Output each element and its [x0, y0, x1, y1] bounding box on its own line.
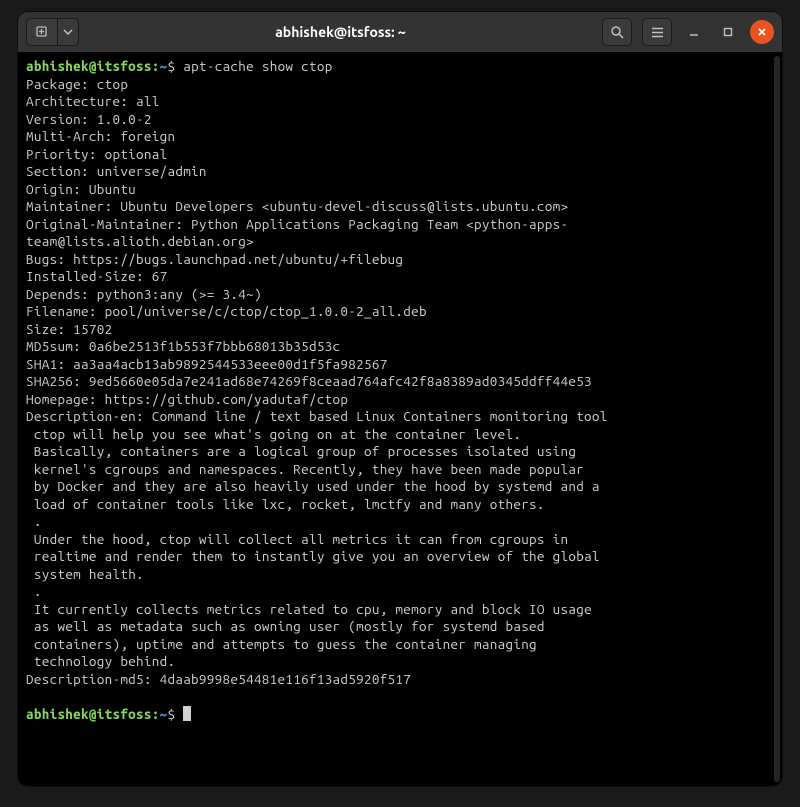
output-line: realtime and render them to instantly gi…	[26, 548, 774, 566]
output-line: Size: 15702	[26, 321, 774, 339]
output-line: ctop will help you see what's going on a…	[26, 426, 774, 444]
titlebar-right	[602, 18, 774, 46]
output-line: SHA1: aa3aa4acb13ab9892544533eee00d1f5fa…	[26, 356, 774, 374]
output-line: Homepage: https://github.com/yadutaf/cto…	[26, 391, 774, 409]
output-line: by Docker and they are also heavily used…	[26, 478, 774, 496]
minimize-icon	[688, 26, 700, 38]
output-line: Priority: optional	[26, 146, 774, 164]
search-icon	[610, 25, 625, 40]
hamburger-icon	[650, 25, 665, 40]
command-text: apt-cache show ctop	[183, 58, 332, 74]
cursor	[183, 706, 191, 721]
output-line: Origin: Ubuntu	[26, 181, 774, 199]
prompt-dollar: $	[168, 706, 176, 722]
output-line: MD5sum: 0a6be2513f1b553f7bbb68013b35d53c	[26, 338, 774, 356]
output-line: load of container tools like lxc, rocket…	[26, 496, 774, 514]
prompt-line-2: abhishek@itsfoss:~$	[26, 706, 774, 724]
output-line: Package: ctop	[26, 76, 774, 94]
minimize-button[interactable]	[682, 20, 706, 44]
prompt-colon: :	[152, 706, 160, 722]
search-button[interactable]	[602, 18, 632, 46]
output-line: Section: universe/admin	[26, 163, 774, 181]
close-icon	[756, 26, 768, 38]
output-line: Maintainer: Ubuntu Developers <ubuntu-de…	[26, 198, 774, 216]
output-line: Architecture: all	[26, 93, 774, 111]
output-line: Filename: pool/universe/c/ctop/ctop_1.0.…	[26, 303, 774, 321]
maximize-icon	[722, 26, 734, 38]
output-line: .	[26, 513, 774, 531]
output-line: Original-Maintainer: Python Applications…	[26, 216, 774, 251]
tab-dropdown-button[interactable]	[57, 18, 79, 46]
output-line	[26, 688, 774, 706]
output-line: Depends: python3:any (>= 3.4~)	[26, 286, 774, 304]
output-line: It currently collects metrics related to…	[26, 601, 774, 619]
terminal-window: abhishek@itsfoss: ~	[18, 12, 782, 786]
prompt-line-1: abhishek@itsfoss:~$ apt-cache show ctop	[26, 58, 774, 76]
titlebar: abhishek@itsfoss: ~	[18, 12, 782, 52]
maximize-button[interactable]	[716, 20, 740, 44]
close-button[interactable]	[750, 20, 774, 44]
output-line: .	[26, 583, 774, 601]
new-tab-button[interactable]	[26, 18, 57, 46]
output-line: Installed-Size: 67	[26, 268, 774, 286]
prompt-path: ~	[160, 706, 168, 722]
output-line: Description-en: Command line / text base…	[26, 408, 774, 426]
output-line: SHA256: 9ed5660e05da7e241ad68e74269f8cea…	[26, 373, 774, 391]
prompt-colon: :	[152, 58, 160, 74]
output-line: Version: 1.0.0-2	[26, 111, 774, 129]
output-line: Description-md5: 4daab9998e54481e116f13a…	[26, 671, 774, 689]
terminal-body[interactable]: abhishek@itsfoss:~$ apt-cache show ctop …	[18, 52, 782, 786]
output-line: containers), uptime and attempts to gues…	[26, 636, 774, 654]
output-line: kernel's cgroups and namespaces. Recentl…	[26, 461, 774, 479]
menu-button[interactable]	[642, 18, 672, 46]
output-line: Bugs: https://bugs.launchpad.net/ubuntu/…	[26, 251, 774, 269]
prompt-user-host: abhishek@itsfoss	[26, 58, 152, 74]
prompt-dollar: $	[168, 58, 176, 74]
output-line: Multi-Arch: foreign	[26, 128, 774, 146]
output-line: Under the hood, ctop will collect all me…	[26, 531, 774, 549]
output-line: technology behind.	[26, 653, 774, 671]
new-tab-icon	[35, 25, 49, 39]
prompt-user-host: abhishek@itsfoss	[26, 706, 152, 722]
prompt-path: ~	[160, 58, 168, 74]
output-line: as well as metadata such as owning user …	[26, 618, 774, 636]
window-title: abhishek@itsfoss: ~	[85, 24, 596, 40]
output-line: Basically, containers are a logical grou…	[26, 443, 774, 461]
titlebar-left	[26, 18, 79, 46]
command-output: Package: ctopArchitecture: allVersion: 1…	[26, 76, 774, 706]
chevron-down-icon	[63, 27, 73, 37]
scrollbar[interactable]	[774, 56, 780, 782]
output-line: system health.	[26, 566, 774, 584]
